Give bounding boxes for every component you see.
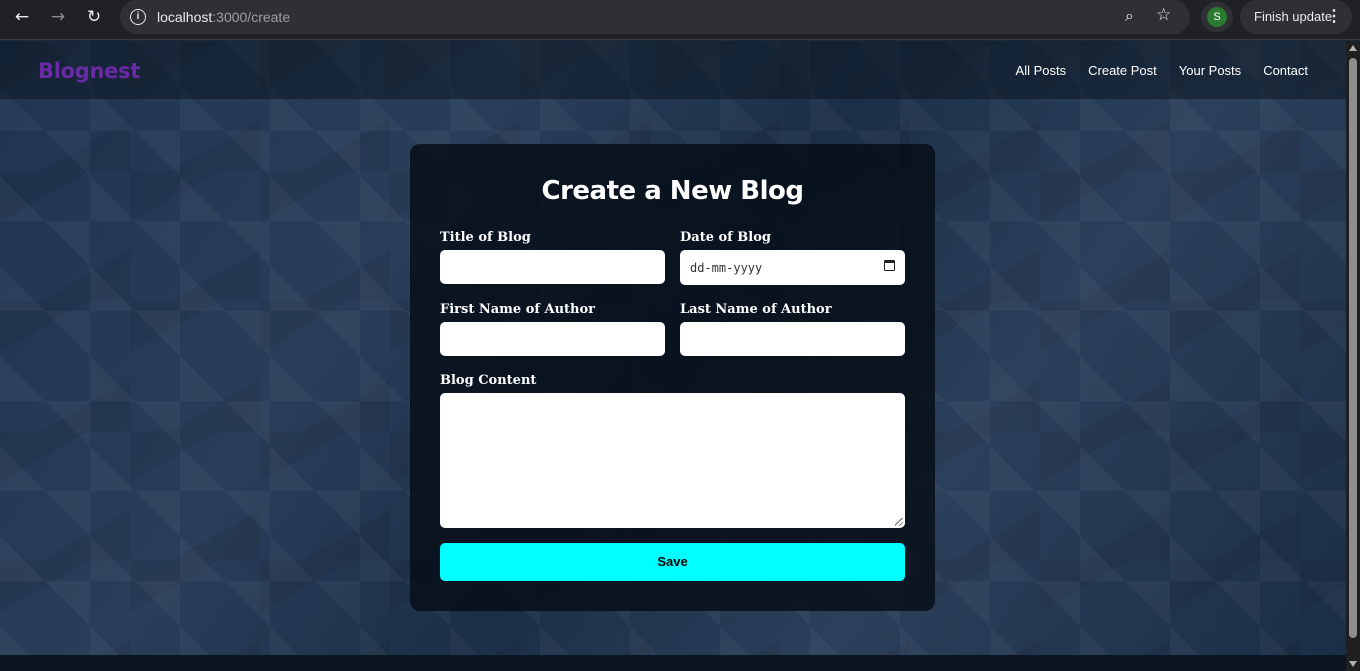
- nav-your-posts[interactable]: Your Posts: [1179, 63, 1241, 78]
- more-vert-icon[interactable]: ⋮: [1326, 0, 1342, 34]
- nav-create-post[interactable]: Create Post: [1088, 63, 1157, 78]
- page-body: Blognest All Posts Create Post Your Post…: [0, 41, 1346, 671]
- site-header: Blognest All Posts Create Post Your Post…: [0, 41, 1346, 99]
- content-label: Blog Content: [440, 373, 537, 388]
- address-bar[interactable]: i localhost:3000/create ⌕ ☆: [120, 0, 1190, 34]
- zoom-icon[interactable]: ⌕: [1125, 6, 1134, 26]
- create-blog-form: Create a New Blog Title of Blog Date of …: [410, 144, 935, 611]
- footer-strip: [0, 655, 1346, 671]
- profile-button[interactable]: S: [1201, 2, 1233, 32]
- title-label: Title of Blog: [440, 230, 531, 245]
- date-input[interactable]: dd-mm-yyyy: [680, 250, 905, 285]
- scroll-down-icon[interactable]: [1349, 661, 1357, 667]
- save-button[interactable]: Save: [440, 543, 905, 581]
- browser-toolbar: ← → ↻ i localhost:3000/create ⌕ ☆ S Fini…: [0, 0, 1360, 40]
- finish-update-button[interactable]: Finish update ⋮: [1240, 0, 1352, 34]
- reload-icon[interactable]: ↻: [80, 6, 108, 28]
- resize-handle[interactable]: [895, 518, 903, 526]
- vertical-scrollbar[interactable]: [1346, 41, 1360, 671]
- forward-arrow-icon[interactable]: →: [44, 6, 72, 28]
- bookmark-star-icon[interactable]: ☆: [1156, 5, 1171, 25]
- title-input[interactable]: [440, 250, 665, 284]
- scroll-up-icon[interactable]: [1349, 45, 1357, 51]
- content-textarea[interactable]: [440, 393, 905, 528]
- url-text[interactable]: localhost:3000/create: [157, 9, 290, 25]
- nav-contact[interactable]: Contact: [1263, 63, 1308, 78]
- finish-update-label: Finish update: [1254, 9, 1333, 24]
- site-logo[interactable]: Blognest: [38, 59, 140, 83]
- main-nav: All Posts Create Post Your Posts Contact: [1016, 63, 1308, 78]
- calendar-icon[interactable]: [884, 260, 895, 271]
- form-heading: Create a New Blog: [541, 176, 804, 206]
- date-placeholder: dd-mm-yyyy: [690, 261, 763, 275]
- first-name-input[interactable]: [440, 322, 665, 356]
- last-name-label: Last Name of Author: [680, 302, 832, 317]
- first-name-label: First Name of Author: [440, 302, 596, 317]
- scrollbar-thumb[interactable]: [1349, 58, 1357, 638]
- avatar: S: [1207, 7, 1227, 27]
- site-info-icon[interactable]: i: [130, 9, 146, 25]
- nav-all-posts[interactable]: All Posts: [1016, 63, 1067, 78]
- date-label: Date of Blog: [680, 230, 771, 245]
- last-name-input[interactable]: [680, 322, 905, 356]
- back-arrow-icon[interactable]: ←: [8, 6, 36, 28]
